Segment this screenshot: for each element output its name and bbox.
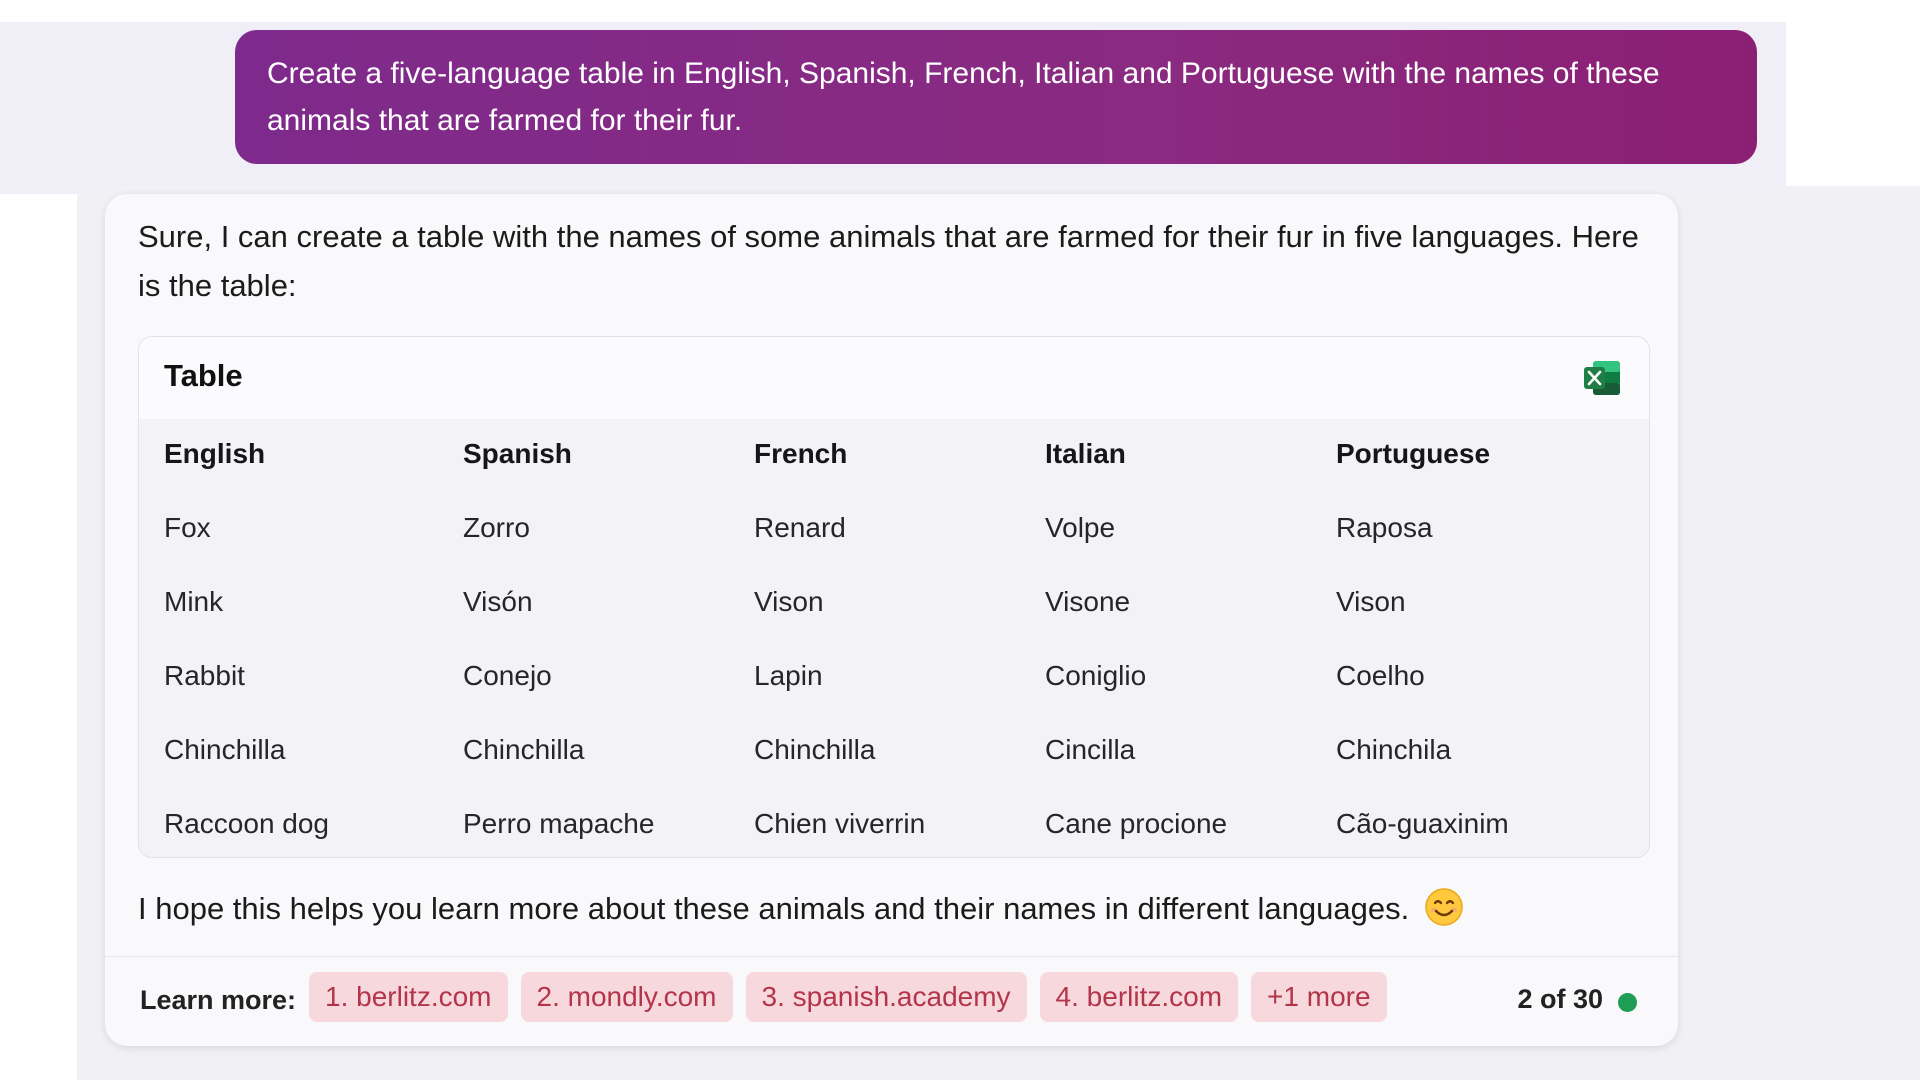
table-cell: Perro mapache [463,808,655,839]
learn-more-label: Learn more: [140,985,297,1015]
table-cell: Chinchila [1336,734,1452,765]
table-row: Rabbit Conejo Lapin Coniglio Coelho [164,641,1649,715]
table-row: Fox Zorro Renard Volpe Raposa [164,493,1649,567]
table-cell: Renard [754,512,846,543]
table-cell: Chinchilla [754,734,876,765]
user-message-text: Create a five-language table in English,… [267,57,1660,137]
table-header-bar: Table [139,337,1649,419]
assistant-response-card: Sure, I can create a table with the name… [105,194,1678,1046]
table-cell: Coniglio [1045,660,1147,691]
table-header-row: English Spanish French Italian Portugues… [164,419,1649,493]
table-cell: Raposa [1336,512,1433,543]
response-table: Table English Spanish French Italian Por… [138,336,1650,858]
source-link-berlitz-1[interactable]: 1. berlitz.com [309,972,508,1022]
table-cell: Cane procione [1045,808,1228,839]
table-cell: Fox [164,512,211,543]
table-cell: Coelho [1336,660,1425,691]
table-cell: Chinchilla [164,734,286,765]
source-link-spanish-academy[interactable]: 3. spanish.academy [745,972,1027,1022]
user-message-bubble: Create a five-language table in English,… [235,30,1757,164]
table-cell: Cão-guaxinim [1336,808,1509,839]
more-sources-button[interactable]: +1 more [1251,972,1387,1022]
response-counter: 2 of 30 [1517,984,1603,1014]
source-link-mondly[interactable]: 2. mondly.com [520,972,733,1022]
table-title: Table [164,358,243,393]
table-grid: English Spanish French Italian Portugues… [164,419,1649,857]
table-row: Raccoon dog Perro mapache Chien viverrin… [164,789,1649,857]
table-cell: Volpe [1045,512,1116,543]
column-header-portuguese: Portuguese [1336,438,1491,469]
source-links: 1. berlitz.com 2. mondly.com 3. spanish.… [309,972,1387,1022]
response-intro-text: Sure, I can create a table with the name… [138,219,1639,303]
table-cell: Cincilla [1045,734,1136,765]
learn-more-footer: Learn more: 1. berlitz.com 2. mondly.com… [105,956,1678,1047]
table-cell: Chinchilla [463,734,585,765]
table-cell: Zorro [463,512,530,543]
smiling-face-emoji-icon [1424,887,1464,927]
table-cell: Rabbit [164,660,245,691]
table-cell: Lapin [754,660,823,691]
table-cell: Visón [463,586,533,617]
table-cell: Raccoon dog [164,808,330,839]
table-row: Chinchilla Chinchilla Chinchilla Cincill… [164,715,1649,789]
source-link-berlitz-4[interactable]: 4. berlitz.com [1039,972,1239,1022]
table-cell: Conejo [463,660,552,691]
table-cell: Vison [1336,586,1406,617]
table-cell: Visone [1045,586,1131,617]
table-cell: Mink [164,586,224,617]
response-outro-text: I hope this helps you learn more about t… [138,891,1410,926]
table-cell: Chien viverrin [754,808,926,839]
column-header-french: French [754,438,848,469]
column-header-italian: Italian [1045,438,1126,469]
column-header-spanish: Spanish [463,438,572,469]
status-dot-icon [1618,993,1637,1012]
excel-icon[interactable] [1583,360,1621,396]
column-header-english: English [164,438,266,469]
response-outro: I hope this helps you learn more about t… [138,886,1464,932]
table-row: Mink Visón Vison Visone Vison [164,567,1649,641]
table-cell: Vison [754,586,824,617]
